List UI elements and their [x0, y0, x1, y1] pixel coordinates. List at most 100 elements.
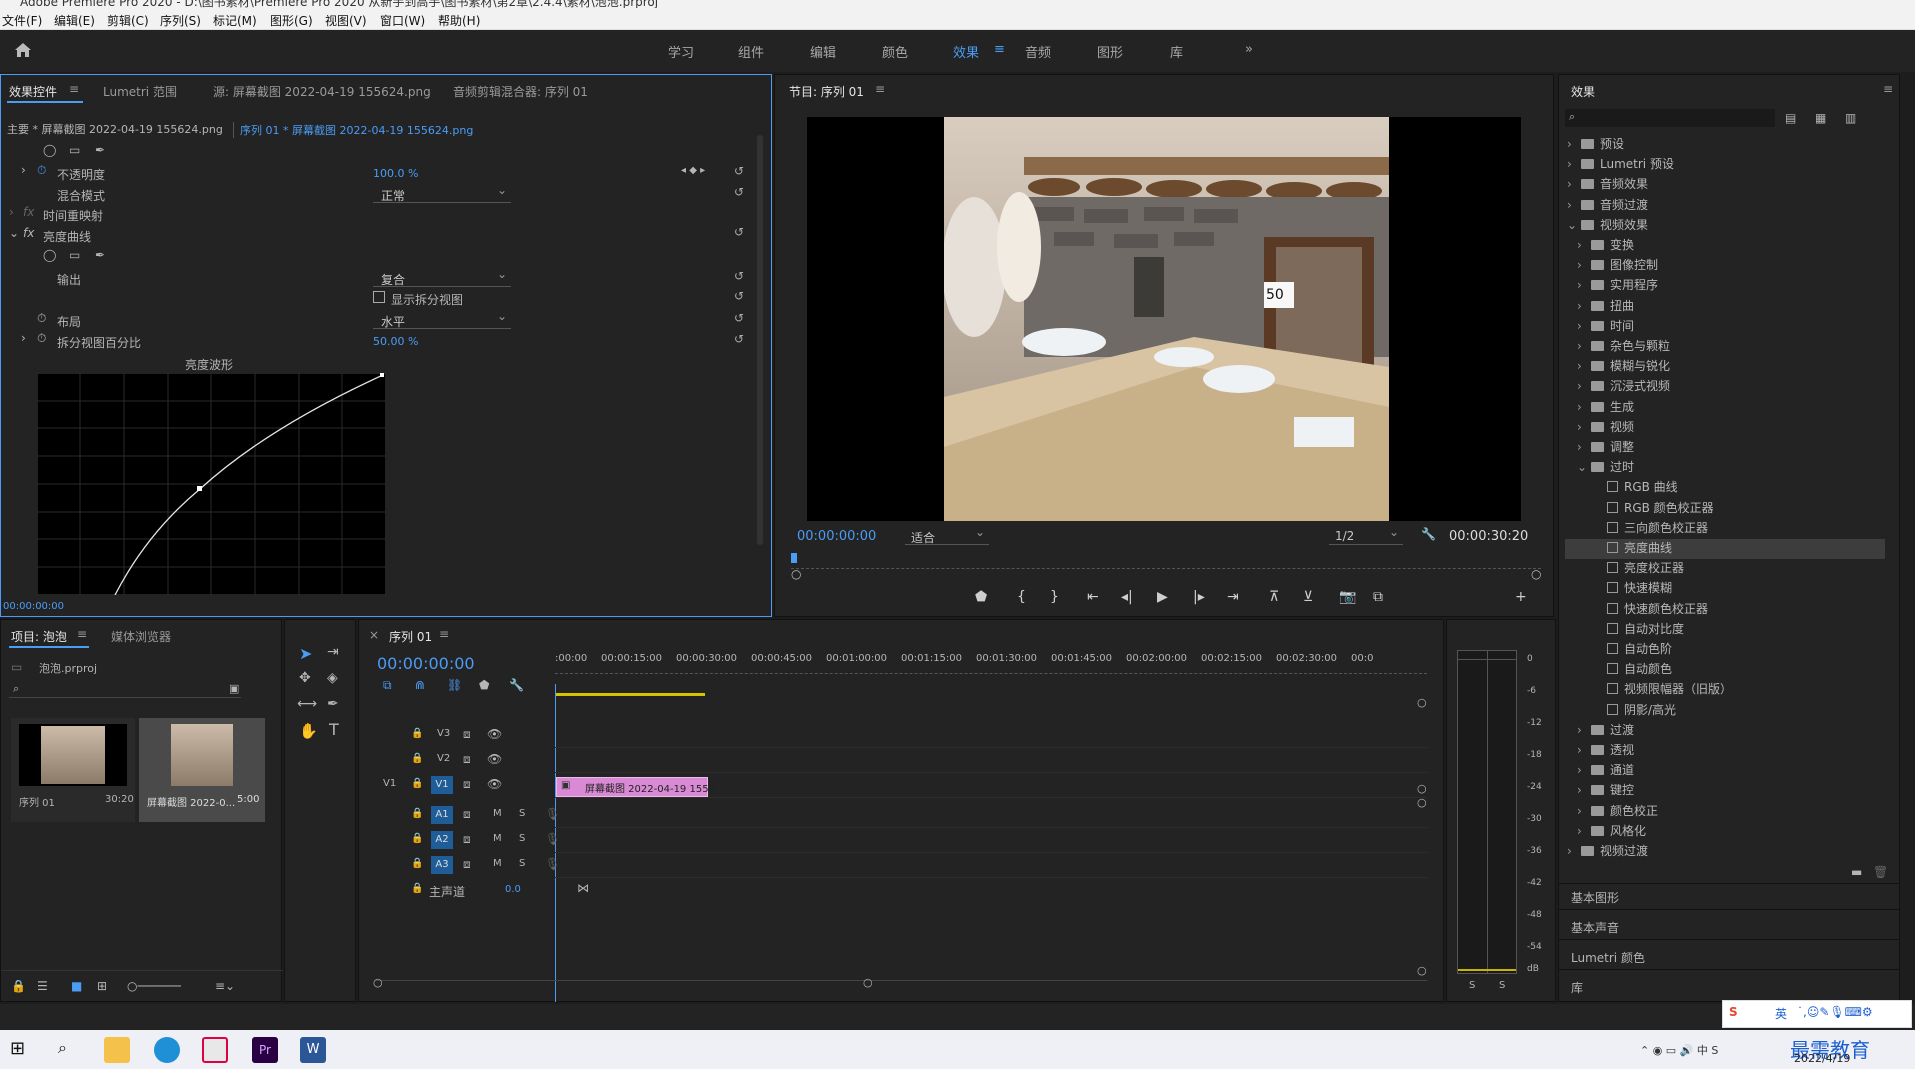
type-tool-icon[interactable]: T: [329, 720, 339, 739]
scroll-handle[interactable]: ○: [373, 976, 383, 989]
accelerated-effects-icon[interactable]: ▤: [1785, 111, 1796, 125]
ripple-edit-tool-icon[interactable]: ✥: [299, 670, 311, 686]
go-to-in-icon[interactable]: ⇤: [1087, 589, 1099, 605]
chevron-right-icon[interactable]: ›: [1577, 278, 1587, 292]
chevron-right-icon[interactable]: ›: [1567, 198, 1577, 212]
freeform-view-icon[interactable]: ⊞: [97, 979, 107, 993]
effects-tree-item[interactable]: 亮度曲线: [1565, 539, 1885, 559]
effects-tree-item[interactable]: 快速模糊: [1565, 579, 1885, 599]
track-lane-a3[interactable]: [555, 854, 1427, 878]
ime-lang[interactable]: 英: [1775, 1005, 1787, 1022]
chevron-right-icon[interactable]: ›: [1577, 258, 1587, 272]
track-label[interactable]: A1: [431, 806, 453, 824]
panel-menu-icon[interactable]: ≡: [1883, 82, 1893, 96]
lock-icon[interactable]: 🔒: [411, 778, 423, 789]
menu-marker[interactable]: 标记(M): [213, 12, 257, 29]
blend-mode-select[interactable]: 正常: [373, 183, 511, 203]
menu-help[interactable]: 帮助(H): [438, 12, 480, 29]
effects-panel-title[interactable]: 效果: [1571, 83, 1595, 100]
file-explorer-icon[interactable]: [104, 1037, 130, 1063]
chevron-right-icon[interactable]: ›: [1567, 177, 1577, 191]
tab-menu-icon[interactable]: ≡: [69, 82, 79, 96]
timeline-timecode[interactable]: 00:00:00:00: [377, 654, 475, 673]
chevron-right-icon[interactable]: ›: [1577, 379, 1587, 393]
chevron-right-icon[interactable]: ›: [1577, 299, 1587, 313]
step-forward-icon[interactable]: |▸: [1193, 589, 1205, 605]
panel-libraries[interactable]: 库: [1571, 979, 1583, 996]
solo-button[interactable]: S: [519, 808, 525, 819]
export-frame-icon[interactable]: 📷: [1339, 589, 1356, 605]
vscroll-handle[interactable]: ○: [1417, 964, 1427, 977]
effects-tree-item[interactable]: › 风格化: [1565, 822, 1885, 842]
project-item-sequence[interactable]: 序列 01 30:20: [11, 718, 135, 822]
opacity-chevron-icon[interactable]: ›: [21, 163, 26, 177]
mute-button[interactable]: M: [493, 858, 502, 869]
vscroll-handle[interactable]: ○: [1417, 696, 1427, 709]
master-end-icon[interactable]: ⋈: [577, 881, 589, 895]
ellipse-mask-icon[interactable]: ◯: [43, 143, 56, 157]
effects-tree-item[interactable]: › 音频效果: [1565, 175, 1885, 195]
sync-lock-icon[interactable]: ⧈: [463, 857, 471, 872]
project-search-input[interactable]: ⌕: [9, 682, 241, 698]
solo-left-button[interactable]: S: [1469, 980, 1475, 991]
add-marker-icon[interactable]: ⬟: [479, 678, 489, 692]
lock-icon[interactable]: 🔒: [411, 858, 423, 869]
chevron-right-icon[interactable]: ›: [1577, 763, 1587, 777]
output-select[interactable]: 复合: [373, 267, 511, 287]
premiere-icon[interactable]: Pr: [252, 1037, 278, 1063]
tray-icons[interactable]: ⌃ ◉ ▭ 🔊 中 S: [1640, 1042, 1718, 1058]
effects-tree-item[interactable]: › 沉浸式视频: [1565, 377, 1885, 397]
effects-tree-item[interactable]: › 视频: [1565, 418, 1885, 438]
eye-icon[interactable]: 👁: [487, 777, 502, 791]
lock-icon[interactable]: 🔒: [411, 883, 423, 894]
fit-select[interactable]: 适合: [905, 525, 989, 545]
layout-select[interactable]: 水平: [373, 309, 511, 329]
stopwatch-icon[interactable]: ⏱: [37, 331, 46, 346]
reset-icon[interactable]: ↺: [734, 269, 744, 283]
mark-out-icon[interactable]: }: [1050, 589, 1059, 605]
track-label[interactable]: A2: [431, 831, 453, 849]
ime-tools-icon[interactable]: ˙,☺✎🎙⌨⚙: [1797, 1005, 1873, 1019]
eye-icon[interactable]: 👁: [487, 752, 502, 766]
effects-tree-item[interactable]: › Lumetri 预设: [1565, 155, 1885, 175]
sync-lock-icon[interactable]: ⧈: [463, 832, 471, 847]
effects-tree-item[interactable]: › 时间: [1565, 317, 1885, 337]
effects-tree-item[interactable]: › 模糊与锐化: [1565, 357, 1885, 377]
panel-essential-sound[interactable]: 基本声音: [1571, 919, 1619, 936]
timeline-horizontal-scrollbar[interactable]: [375, 980, 1427, 988]
effects-tree-item[interactable]: 三向颜色校正器: [1565, 519, 1885, 539]
effects-tree-item[interactable]: › 预设: [1565, 135, 1885, 155]
extract-icon[interactable]: ⊻: [1303, 589, 1313, 605]
track-lane-v3[interactable]: [555, 724, 1427, 748]
tab-effect-controls[interactable]: 效果控件: [9, 83, 57, 100]
settings-wrench-icon[interactable]: 🔧: [1421, 527, 1436, 541]
menu-file[interactable]: 文件(F): [2, 12, 42, 29]
workspace-graphics[interactable]: 图形: [1097, 42, 1123, 61]
track-lane-a2[interactable]: [555, 829, 1427, 853]
workspace-learn[interactable]: 学习: [668, 42, 694, 61]
lift-icon[interactable]: ⊼: [1269, 589, 1279, 605]
resolution-select[interactable]: 1/2: [1329, 525, 1403, 545]
program-playhead[interactable]: [791, 553, 797, 563]
effects-tree-item[interactable]: 阴影/高光: [1565, 701, 1885, 721]
effects-tree-item[interactable]: › 杂色与颗粒: [1565, 337, 1885, 357]
chevron-right-icon[interactable]: ›: [1577, 824, 1587, 838]
reset-icon[interactable]: ↺: [734, 225, 744, 239]
track-label[interactable]: V1: [431, 776, 453, 794]
track-select-tool-icon[interactable]: ⇥: [327, 644, 339, 660]
sequence-clip-label[interactable]: 序列 01 * 屏幕截图 2022-04-19 155624.png: [233, 122, 473, 138]
lock-icon[interactable]: 🔒: [411, 753, 423, 764]
lock-icon[interactable]: 🔒: [411, 833, 423, 844]
effects-tree-item[interactable]: ⌄ 视频效果: [1565, 216, 1885, 236]
stopwatch-icon[interactable]: ⏱: [37, 163, 46, 178]
close-tab-icon[interactable]: ×: [369, 628, 379, 642]
project-item-screenshot[interactable]: 屏幕截图 2022-0... 5:00: [139, 718, 265, 822]
slip-tool-icon[interactable]: ⟷: [297, 696, 317, 712]
chevron-right-icon[interactable]: ›: [1567, 137, 1577, 151]
reset-icon[interactable]: ↺: [734, 289, 744, 303]
chevron-right-icon[interactable]: ›: [1577, 339, 1587, 353]
32bit-effects-icon[interactable]: ▦: [1815, 111, 1826, 125]
effects-tree-item[interactable]: › 扭曲: [1565, 297, 1885, 317]
effect-controls-scrollbar[interactable]: [757, 135, 763, 545]
lock-icon[interactable]: 🔒: [11, 979, 26, 993]
